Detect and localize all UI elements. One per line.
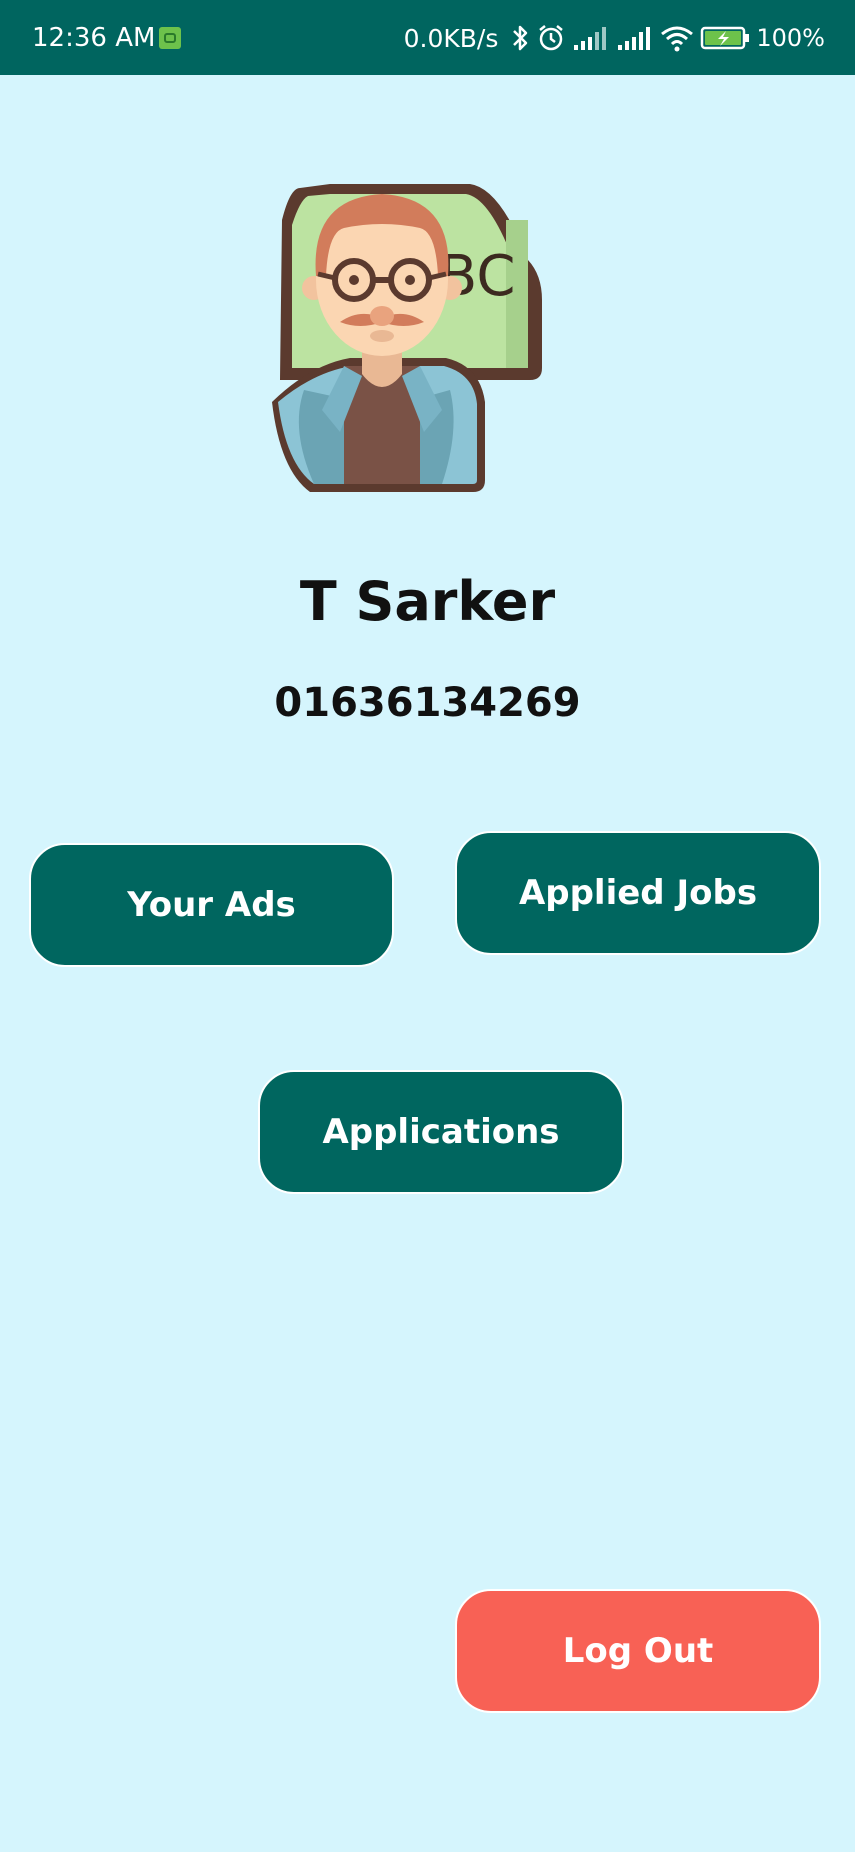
applied-jobs-button[interactable]: Applied Jobs	[455, 831, 821, 955]
alarm-icon	[539, 25, 564, 51]
wifi-icon	[661, 26, 694, 52]
your-ads-label: Your Ads	[127, 885, 296, 925]
app-notification-icon	[159, 27, 181, 49]
teacher-avatar-image: ABC	[272, 184, 542, 492]
applications-button[interactable]: Applications	[258, 1070, 624, 1194]
logout-label: Log Out	[562, 1631, 714, 1671]
logout-button[interactable]: Log Out	[455, 1589, 821, 1713]
status-time: 12:36 AM	[32, 23, 156, 53]
battery-charging-icon	[701, 26, 750, 50]
bluetooth-icon	[513, 25, 528, 51]
signal-icon	[574, 27, 607, 50]
status-bar: 12:36 AM 0.0KB/s 100%	[0, 0, 855, 75]
applied-jobs-label: Applied Jobs	[518, 873, 758, 913]
status-icons: 0.0KB/s 100%	[404, 18, 825, 58]
network-speed: 0.0KB/s	[403, 23, 499, 53]
signal-icon	[618, 27, 651, 50]
profile-name: T Sarker	[299, 570, 556, 633]
your-ads-button[interactable]: Your Ads	[29, 843, 394, 967]
applications-label: Applications	[322, 1112, 560, 1152]
profile-phone: 01636134269	[274, 680, 581, 726]
battery-percent: 100%	[756, 24, 825, 52]
